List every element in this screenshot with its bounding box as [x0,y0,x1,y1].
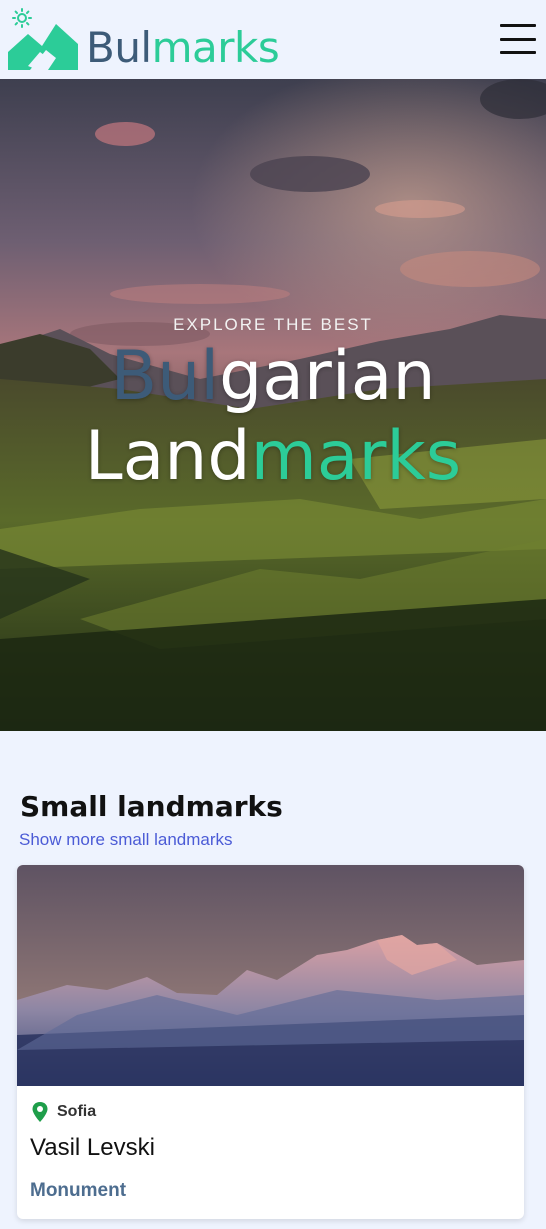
hero-title-part-4: marks [250,417,462,496]
hero-kicker: EXPLORE THE BEST [173,315,373,334]
brand-logo[interactable]: Bulmarks [86,22,280,74]
hero-heading-group: EXPLORE THE BEST Bulgarian Landmarks [0,315,546,497]
hero-title-part-3: Land [84,417,251,496]
site-header: Bulmarks [0,0,546,79]
hero-banner: EXPLORE THE BEST Bulgarian Landmarks [0,79,546,731]
map-pin-icon [32,1102,48,1122]
card-category: Monument [30,1180,127,1201]
section-title: Small landmarks [20,790,283,823]
landmark-card[interactable]: Sofia Vasil Levski Monument [17,865,524,1219]
brand-part-2: marks [151,23,280,72]
hero-title-part-1: Bul [110,337,220,416]
hamburger-menu-icon[interactable] [500,24,536,54]
hero-title-line-1: Bulgarian [0,337,546,417]
card-location: Sofia [31,1102,96,1122]
logo-mountain-icon[interactable] [8,22,78,70]
hero-title-part-2: garian [219,337,436,416]
brand-part-1: Bul [86,23,152,72]
card-mountain-image [17,865,524,1086]
show-more-link[interactable]: Show more small landmarks [19,828,233,852]
hero-title-line-2: Landmarks [0,417,546,497]
card-location-label: Sofia [57,1103,97,1120]
card-title[interactable]: Vasil Levski [30,1131,155,1165]
